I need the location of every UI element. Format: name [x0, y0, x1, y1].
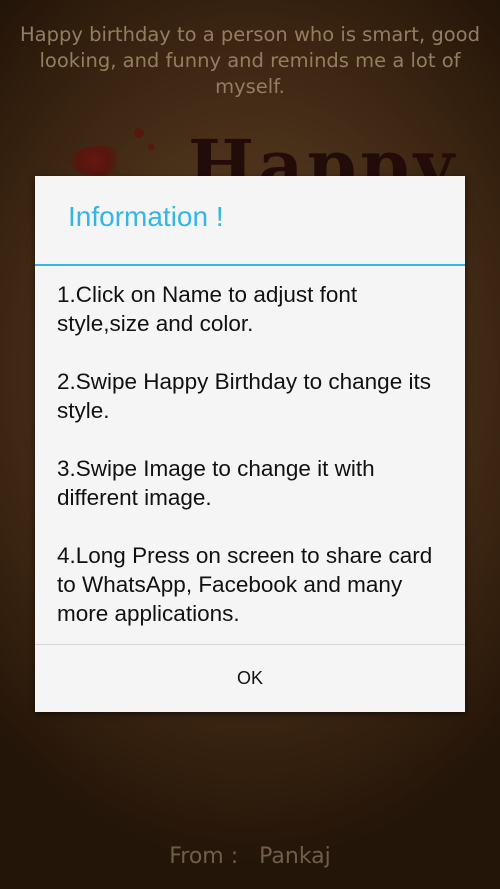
instruction-item: 4.Long Press on screen to share card to … [57, 543, 433, 626]
dialog-message: 1.Click on Name to adjust font style,siz… [57, 280, 445, 628]
instruction-item: 3.Swipe Image to change it with differen… [57, 456, 375, 510]
instruction-item: 2.Swipe Happy Birthday to change its sty… [57, 369, 431, 423]
ok-button[interactable]: OK [35, 645, 465, 712]
dialog-title-divider [35, 264, 465, 266]
instruction-item: 1.Click on Name to adjust font style,siz… [57, 282, 358, 336]
information-dialog: Information ! 1.Click on Name to adjust … [35, 176, 465, 712]
dialog-title: Information ! [68, 201, 224, 232]
